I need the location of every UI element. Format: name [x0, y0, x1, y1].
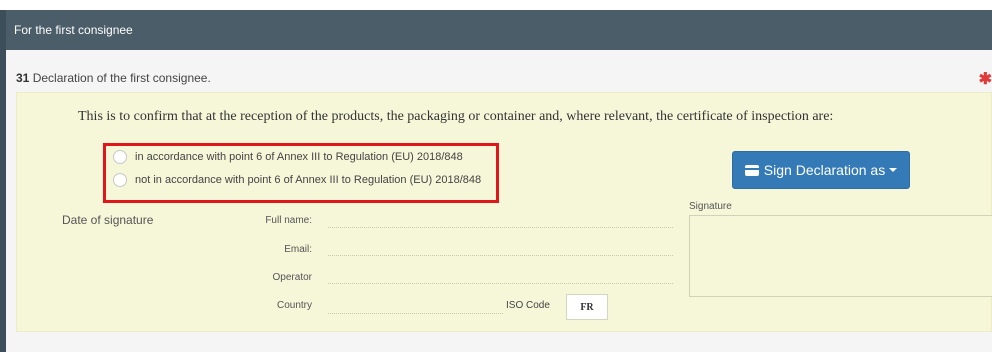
section-label: Declaration of the first consignee.	[32, 71, 211, 85]
declaration-box: This is to confirm that at the reception…	[16, 92, 992, 332]
iso-code-field: FR	[566, 294, 608, 320]
operator-label: Operator	[272, 272, 312, 283]
full-name-label: Full name:	[265, 215, 312, 226]
section-number: 31	[16, 71, 30, 85]
email-label: Email:	[284, 244, 312, 255]
radio-not-in-accordance[interactable]	[113, 173, 127, 187]
section-title: 31 Declaration of the first consignee.	[16, 71, 211, 85]
sign-declaration-button[interactable]: Sign Declaration as	[732, 151, 910, 189]
country-field	[328, 313, 503, 314]
email-field	[328, 255, 673, 256]
operator-field	[328, 283, 673, 284]
option-in-accordance-label: in accordance with point 6 of Annex III …	[135, 151, 463, 163]
date-of-signature-label: Date of signature	[62, 213, 154, 227]
caret-down-icon	[889, 168, 898, 172]
iso-code-label: ISO Code	[506, 300, 550, 311]
confirm-text: This is to confirm that at the reception…	[78, 109, 834, 124]
option-not-in-accordance-label: not in accordance with point 6 of Annex …	[135, 174, 482, 186]
signature-box	[689, 215, 992, 297]
panel-body: 31 Declaration of the first consignee. ✱…	[6, 50, 992, 352]
signature-label: Signature	[689, 201, 732, 212]
top-frame	[0, 0, 992, 10]
panel-header: For the first consignee	[6, 10, 992, 50]
full-name-field	[328, 227, 673, 228]
country-label: Country	[276, 300, 312, 311]
option-not-in-accordance[interactable]: not in accordance with point 6 of Annex …	[113, 173, 481, 187]
radio-in-accordance[interactable]	[113, 150, 127, 164]
sign-declaration-label: Sign Declaration as	[763, 162, 886, 178]
option-in-accordance[interactable]: in accordance with point 6 of Annex III …	[113, 150, 463, 164]
required-icon: ✱	[978, 71, 992, 88]
credit-card-icon	[744, 164, 759, 176]
panel-title: For the first consignee	[14, 23, 133, 37]
